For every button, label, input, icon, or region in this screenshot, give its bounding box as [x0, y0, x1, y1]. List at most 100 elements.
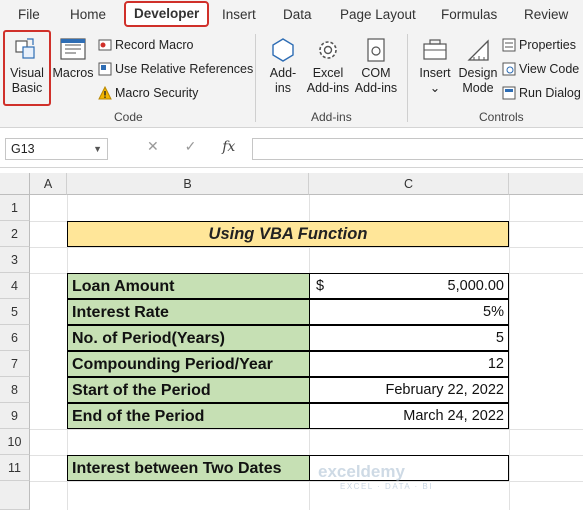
com-addins-label-1: COM — [361, 66, 391, 80]
formula-bar: G13 ▼ ✕ ✓ fx — [0, 128, 583, 168]
separator — [255, 34, 256, 122]
label-interest-between-dates[interactable]: Interest between Two Dates — [67, 455, 310, 481]
visual-basic-button[interactable]: Visual Basic — [5, 36, 49, 96]
design-mode-button[interactable]: Design Mode — [456, 36, 500, 96]
row-header-1[interactable]: 1 — [0, 195, 30, 221]
warning-icon — [98, 86, 112, 100]
visual-basic-label-2: Basic — [11, 81, 43, 95]
label-loan-amount[interactable]: Loan Amount — [67, 273, 310, 299]
row-header-11[interactable]: 11 — [0, 455, 30, 481]
addins-group-label: Add-ins — [311, 110, 352, 124]
row-header-10[interactable]: 10 — [0, 429, 30, 455]
value-compounding-period[interactable]: 12 — [309, 351, 509, 377]
separator — [407, 34, 408, 122]
sheet-title[interactable]: Using VBA Function — [67, 221, 509, 247]
label-interest-rate[interactable]: Interest Rate — [67, 299, 310, 325]
excel-addins-label-2: Add-ins — [306, 81, 350, 95]
excel-addins-button[interactable]: Excel Add-ins — [304, 36, 352, 96]
insert-control-button[interactable]: Insert ⌄ — [414, 36, 456, 96]
gridline — [509, 195, 510, 510]
column-header-a[interactable]: A — [30, 173, 67, 195]
row-header-2[interactable]: 2 — [0, 221, 30, 247]
label-no-of-period[interactable]: No. of Period(Years) — [67, 325, 310, 351]
properties-button[interactable]: Properties — [502, 37, 576, 53]
name-box-value: G13 — [11, 142, 35, 156]
tab-file[interactable]: File — [18, 0, 40, 30]
macro-security-label: Macro Security — [115, 86, 199, 100]
row-header-12[interactable] — [0, 481, 30, 510]
column-header-c[interactable]: C — [309, 173, 509, 195]
column-header-b[interactable]: B — [67, 173, 309, 195]
ribbon: Visual Basic Macros Record Macro Use Rel… — [0, 30, 583, 128]
gridline — [30, 429, 583, 430]
ribbon-tabs: File Home Developer Insert Data Page Lay… — [0, 0, 583, 30]
label-end-period[interactable]: End of the Period — [67, 403, 310, 429]
run-dialog-button[interactable]: Run Dialog — [502, 85, 581, 101]
record-macro-label: Record Macro — [115, 38, 194, 52]
gridline — [30, 247, 583, 248]
com-addins-label-2: Add-ins — [354, 81, 398, 95]
view-code-label: View Code — [519, 62, 580, 76]
row-header-5[interactable]: 5 — [0, 299, 30, 325]
design-mode-label-2: Mode — [462, 81, 494, 95]
tab-home[interactable]: Home — [70, 0, 106, 30]
row-header-6[interactable]: 6 — [0, 325, 30, 351]
value-no-of-period[interactable]: 5 — [309, 325, 509, 351]
tab-page-layout[interactable]: Page Layout — [340, 0, 416, 30]
loan-amount-value: 5,000.00 — [447, 278, 504, 294]
row-header-3[interactable]: 3 — [0, 247, 30, 273]
addins-icon — [272, 38, 294, 62]
value-loan-amount[interactable]: $ 5,000.00 — [309, 273, 509, 299]
row-header-7[interactable]: 7 — [0, 351, 30, 377]
code-group-label: Code — [114, 110, 143, 124]
properties-icon — [502, 38, 516, 52]
currency-symbol: $ — [316, 278, 325, 294]
toolbox-icon — [423, 39, 447, 60]
run-dialog-icon — [502, 86, 516, 100]
name-box[interactable]: G13 ▼ — [5, 138, 108, 160]
design-mode-label-1: Design — [458, 66, 498, 80]
com-addins-icon — [367, 38, 385, 62]
tab-review[interactable]: Review — [524, 0, 568, 30]
addins-button[interactable]: Add- ins — [264, 36, 302, 96]
chevron-down-icon[interactable]: ▼ — [93, 139, 102, 159]
exceldemy-tagline: EXCEL · DATA · BI — [340, 482, 433, 491]
value-end-period[interactable]: March 24, 2022 — [309, 403, 509, 429]
row-header-9[interactable]: 9 — [0, 403, 30, 429]
properties-label: Properties — [519, 38, 576, 52]
relative-references-button[interactable]: Use Relative References — [98, 61, 253, 77]
record-macro-button[interactable]: Record Macro — [98, 37, 194, 53]
enter-icon[interactable]: ✓ — [185, 138, 197, 154]
insert-label: Insert — [419, 66, 451, 80]
column-header-d[interactable] — [509, 173, 583, 195]
select-all-corner[interactable] — [0, 173, 30, 195]
macros-icon — [60, 38, 86, 60]
macros-button[interactable]: Macros — [52, 36, 94, 81]
row-header-4[interactable]: 4 — [0, 273, 30, 299]
tab-developer[interactable]: Developer — [124, 1, 210, 27]
relative-references-label: Use Relative References — [115, 62, 254, 76]
insert-function-icon[interactable]: fx — [222, 139, 235, 155]
record-macro-icon — [98, 39, 112, 51]
relative-references-icon — [98, 62, 112, 76]
formula-input[interactable] — [252, 138, 583, 160]
tab-formulas[interactable]: Formulas — [441, 0, 497, 30]
view-code-button[interactable]: View Code — [502, 61, 579, 77]
macros-label: Macros — [52, 66, 94, 80]
gridline — [30, 481, 583, 482]
visual-basic-icon — [15, 38, 35, 59]
com-addins-button[interactable]: COM Add-ins — [352, 36, 400, 96]
value-interest-rate[interactable]: 5% — [309, 299, 509, 325]
cancel-icon[interactable]: ✕ — [147, 138, 159, 154]
label-start-period[interactable]: Start of the Period — [67, 377, 310, 403]
run-dialog-label: Run Dialog — [519, 86, 581, 100]
row-header-8[interactable]: 8 — [0, 377, 30, 403]
gear-icon — [319, 41, 337, 59]
formula-buttons: ✕ ✓ fx — [117, 138, 235, 155]
macro-security-button[interactable]: Macro Security — [98, 85, 198, 101]
label-compounding-period[interactable]: Compounding Period/Year — [67, 351, 310, 377]
value-start-period[interactable]: February 22, 2022 — [309, 377, 509, 403]
addins-label-2: ins — [275, 81, 291, 95]
tab-insert[interactable]: Insert — [222, 0, 256, 30]
tab-data[interactable]: Data — [283, 0, 312, 30]
